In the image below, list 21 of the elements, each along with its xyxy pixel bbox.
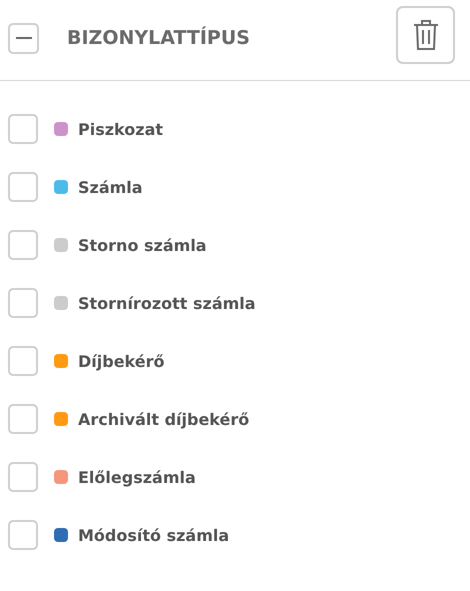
checkbox[interactable] [8, 230, 38, 260]
collapse-button[interactable] [8, 22, 39, 54]
option-label: Piszkozat [78, 120, 164, 138]
option-label: Stornírozott számla [78, 294, 256, 312]
checkbox[interactable] [8, 520, 38, 550]
option-label: Archivált díjbekérő [78, 410, 250, 428]
checkbox[interactable] [8, 172, 38, 202]
checkbox[interactable] [8, 114, 38, 144]
checkbox[interactable] [8, 462, 38, 492]
minus-icon [16, 37, 32, 39]
checkbox[interactable] [8, 404, 38, 434]
trash-icon [412, 19, 438, 51]
option-label: Díjbekérő [78, 352, 164, 370]
option-label: Módosító számla [78, 526, 230, 544]
option-label: Előlegszámla [78, 468, 196, 486]
section-title: BIZONYLATTÍPUS [67, 27, 251, 49]
delete-button[interactable] [396, 6, 455, 64]
checkbox[interactable] [8, 346, 38, 376]
option-label: Storno számla [78, 236, 207, 254]
checkbox[interactable] [8, 288, 38, 318]
option-label: Számla [78, 178, 143, 196]
